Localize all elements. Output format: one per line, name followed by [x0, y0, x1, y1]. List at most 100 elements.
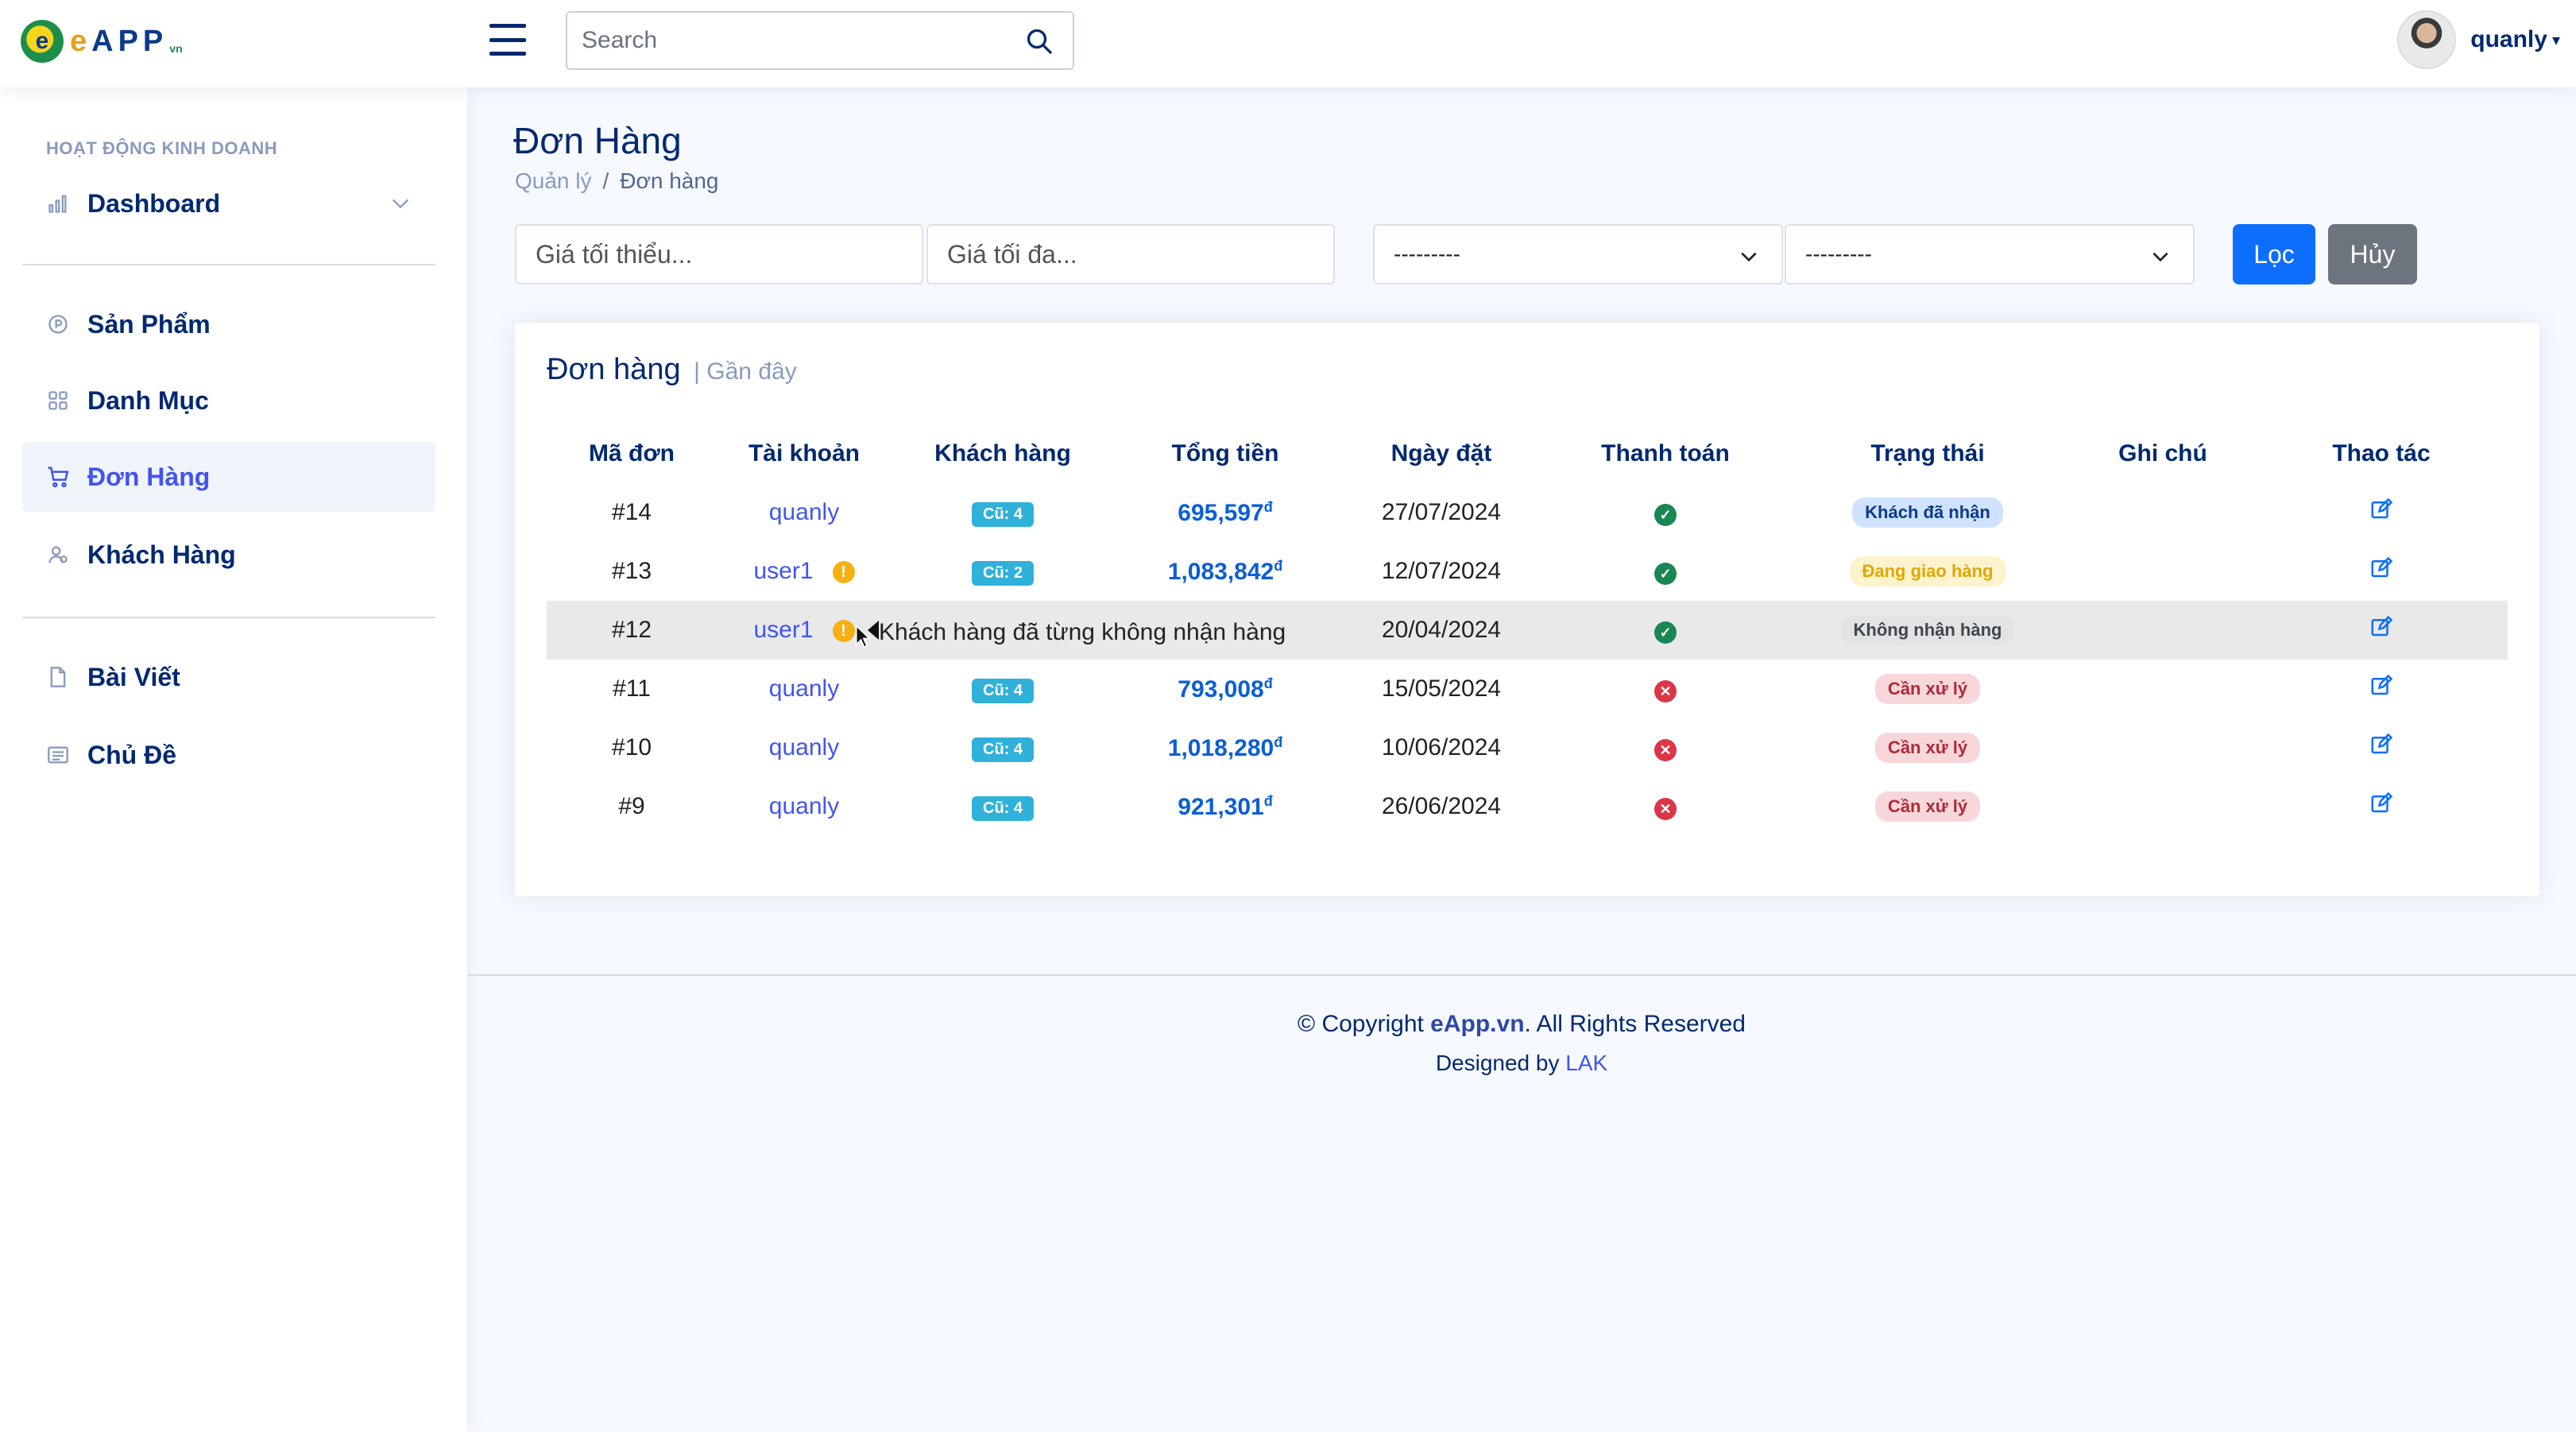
designed-by: Designed by LAK: [467, 1051, 2576, 1076]
table-row[interactable]: #14 quanly Cũ: 4 695,597đ 27/07/2024 ✓ K…: [547, 483, 2508, 542]
col-header[interactable]: Tổng tiền: [1114, 424, 1336, 483]
account-cell: quanly: [717, 483, 892, 542]
customer-badge: Cũ: 2: [972, 561, 1034, 586]
profile-menu[interactable]: quanly ▾: [2397, 10, 2560, 70]
breadcrumb-separator: /: [602, 168, 609, 193]
col-header[interactable]: Thanh toán: [1546, 424, 1785, 483]
caret-down-icon[interactable]: ▾: [2552, 30, 2560, 50]
status-cell: Khách đã nhận: [1785, 483, 2071, 542]
warning-icon[interactable]: !: [832, 620, 855, 643]
mouse-cursor-icon: [855, 625, 871, 648]
table-row[interactable]: #9 quanly Cũ: 4 921,301đ 26/06/2024 ✕ Cầ…: [547, 777, 2508, 836]
cancel-button[interactable]: Hủy: [2328, 224, 2417, 284]
warning-tooltip: Khách hàng đã từng không nhận hàng: [863, 610, 1302, 655]
topic-icon: [46, 743, 70, 767]
account-cell: quanly: [717, 660, 892, 718]
account-link[interactable]: quanly: [769, 734, 839, 761]
sidebar-heading: HOẠT ĐỘNG KINH DOANH: [46, 138, 278, 158]
action-cell: [2255, 601, 2508, 660]
sidebar-item-bai-viet[interactable]: Bài Viết: [22, 642, 435, 712]
order-id: #9: [618, 793, 645, 819]
edit-icon[interactable]: [2369, 791, 2393, 815]
action-cell: [2255, 660, 2508, 718]
breadcrumb-link-quan-ly[interactable]: Quản lý: [515, 168, 592, 193]
sidebar-item-label: Khách Hàng: [87, 540, 236, 569]
edit-icon[interactable]: [2369, 674, 2393, 698]
account-link[interactable]: quanly: [769, 499, 839, 525]
sidebar-item-label: Bài Viết: [87, 662, 180, 691]
table-row[interactable]: #10 quanly Cũ: 4 1,018,280đ 10/06/2024 ✕…: [547, 718, 2508, 777]
search-bar: [566, 11, 1074, 70]
profile-name[interactable]: quanly: [2470, 26, 2547, 53]
breadcrumb: Quản lý / Đơn hàng: [515, 168, 719, 194]
logo[interactable]: e eAPP vn: [21, 17, 183, 65]
total-cell: 921,301đ: [1114, 777, 1336, 836]
account-link[interactable]: quanly: [769, 793, 839, 819]
account-link[interactable]: quanly: [769, 675, 839, 702]
payment-select[interactable]: ---------: [1373, 224, 1783, 284]
bar-chart-icon: [46, 192, 70, 215]
top-header: e eAPP vn quanly ▾: [0, 0, 2576, 87]
check-circle-icon: ✓: [1654, 563, 1677, 585]
chevron-down-icon[interactable]: [389, 192, 412, 215]
col-header[interactable]: Thao tác: [2255, 424, 2508, 483]
action-cell: [2255, 483, 2508, 542]
file-icon: [46, 665, 70, 689]
currency: đ: [1263, 675, 1273, 691]
col-header[interactable]: Trạng thái: [1785, 424, 2071, 483]
sidebar-item-chu-de[interactable]: Chủ Đề: [22, 720, 435, 790]
x-circle-icon: ✕: [1654, 798, 1677, 820]
col-header[interactable]: Mã đơn: [547, 424, 717, 483]
breadcrumb-current: Đơn hàng: [620, 168, 719, 193]
warning-icon[interactable]: !: [832, 561, 855, 584]
action-cell: [2255, 777, 2508, 836]
total-amount: 793,008: [1178, 675, 1264, 702]
designed-prefix: Designed by: [1435, 1051, 1566, 1075]
account-link[interactable]: user1: [753, 558, 813, 584]
customer-badge: Cũ: 4: [972, 679, 1034, 703]
sidebar-item-label: Dashboard: [87, 188, 221, 218]
account-cell: quanly: [717, 777, 892, 836]
search-input[interactable]: [582, 13, 1011, 68]
brand-link[interactable]: eApp.vn: [1430, 1011, 1524, 1037]
sidebar-item-san-pham[interactable]: Sản Phẩm: [22, 289, 435, 359]
account-cell: quanly: [717, 718, 892, 777]
table-row[interactable]: #11 quanly Cũ: 4 793,008đ 15/05/2024 ✕ C…: [547, 660, 2508, 718]
order-id: #10: [611, 734, 652, 761]
edit-icon[interactable]: [2369, 497, 2393, 521]
orders-table: Mã đơn Tài khoản Khách hàng Tổng tiền Ng…: [547, 424, 2508, 836]
col-header[interactable]: Ngày đặt: [1336, 424, 1546, 483]
customer-cell: Cũ: 4: [892, 777, 1114, 836]
search-icon[interactable]: [1025, 27, 1054, 56]
edit-icon[interactable]: [2369, 733, 2393, 757]
sidebar-item-don-hang[interactable]: Đơn Hàng: [22, 442, 435, 512]
table-row[interactable]: #13 user1! Cũ: 2 1,083,842đ 12/07/2024 ✓…: [547, 542, 2508, 601]
max-price-input[interactable]: [926, 224, 1335, 284]
account-link[interactable]: user1: [753, 617, 813, 643]
sidebar-item-danh-muc[interactable]: Danh Mục: [22, 366, 435, 435]
table-row[interactable]: #12 user1! 03đ 20/04/2024 ✓ Không nhận h…: [547, 601, 2508, 660]
customer-badge: Cũ: 4: [972, 796, 1034, 821]
avatar[interactable]: [2397, 10, 2457, 69]
status-badge: Cần xử lý: [1874, 733, 1981, 763]
edit-icon[interactable]: [2369, 556, 2393, 580]
sidebar-item-dashboard[interactable]: Dashboard: [22, 168, 435, 238]
designer-link[interactable]: LAK: [1565, 1051, 1607, 1075]
col-header[interactable]: Tài khoản: [717, 424, 892, 483]
status-select[interactable]: ---------: [1785, 224, 2195, 284]
order-id: #13: [611, 558, 652, 584]
order-date: 15/05/2024: [1381, 675, 1502, 702]
payment-cell: ✕: [1546, 660, 1785, 718]
filter-button[interactable]: Lọc: [2233, 224, 2315, 284]
status-cell: Cần xử lý: [1785, 718, 2071, 777]
order-date: 20/04/2024: [1336, 601, 1546, 660]
sidebar-divider: [22, 617, 435, 618]
customer-cell: Cũ: 2: [892, 542, 1114, 601]
col-header[interactable]: Ghi chú: [2071, 424, 2255, 483]
min-price-input[interactable]: [515, 224, 923, 284]
edit-icon[interactable]: [2369, 615, 2393, 639]
col-header[interactable]: Khách hàng: [892, 424, 1114, 483]
table-header-row: Mã đơn Tài khoản Khách hàng Tổng tiền Ng…: [547, 424, 2508, 483]
menu-toggle-icon[interactable]: [489, 24, 526, 56]
sidebar-item-khach-hang[interactable]: Khách Hàng: [22, 520, 435, 590]
